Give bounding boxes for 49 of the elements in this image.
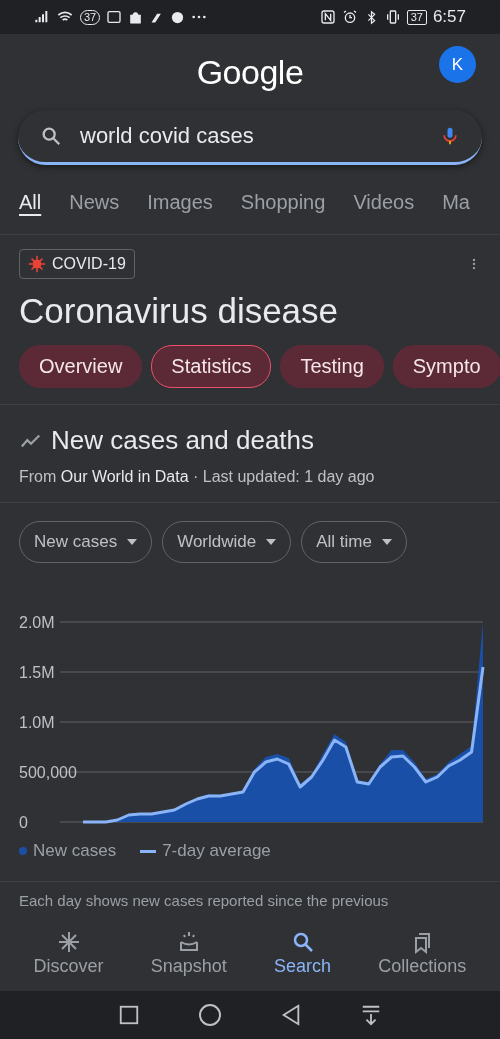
legend-dot: [19, 847, 27, 855]
bottom-nav-item[interactable]: Discover: [33, 930, 104, 977]
caret-icon: [381, 539, 392, 545]
notification-shade-icon: [360, 1004, 382, 1026]
search-tab[interactable]: Videos: [353, 191, 415, 217]
signal-icon: [34, 9, 50, 25]
topic-chip[interactable]: Testing: [280, 345, 384, 388]
axis-label: 1.5M: [19, 664, 55, 681]
search-tab[interactable]: Ma: [442, 191, 470, 217]
search-tab[interactable]: Shopping: [240, 191, 326, 217]
bottom-nav-item[interactable]: Collections: [378, 930, 467, 977]
topic-title: Coronavirus disease: [19, 291, 340, 331]
source-link[interactable]: Our World in Data: [60, 468, 189, 485]
legend-label: New cases: [33, 841, 117, 861]
shopping-bag-icon: [128, 9, 144, 25]
caret-icon: [266, 539, 277, 545]
tag-label: COVID-19: [52, 255, 126, 273]
account-avatar[interactable]: K: [439, 46, 476, 83]
axis-label: 2.0M: [19, 614, 55, 631]
caret-icon: [127, 539, 138, 545]
recents-icon: [118, 1004, 140, 1026]
virus-icon: [28, 255, 46, 273]
axis-label: 0: [19, 814, 28, 831]
search-field[interactable]: world covid cases: [18, 110, 482, 165]
search-tab[interactable]: News: [69, 191, 120, 217]
alarm-icon: [341, 9, 358, 25]
clock-time: 6:57: [432, 7, 466, 27]
search-icon: [40, 125, 62, 147]
axis-label: 500,000: [19, 764, 77, 781]
topic-chip[interactable]: Statistics: [151, 345, 272, 388]
asterisk-icon: [56, 930, 81, 954]
legend-label: 7-day average: [162, 841, 271, 861]
back-icon: [280, 1004, 302, 1026]
card-title: New cases and deaths: [51, 425, 315, 456]
search-tab[interactable]: Images: [147, 191, 213, 217]
vibrate-icon: [384, 9, 401, 25]
chart-note: Each day shows new cases reported since the previous: [18, 891, 390, 911]
battery-level: 37: [406, 9, 427, 25]
app-icon: [106, 9, 123, 25]
nfc-icon: [319, 9, 336, 25]
source-text: From Our World in Data · Last updated: 1 day ago: [19, 468, 376, 486]
topic-chip[interactable]: Overview: [19, 345, 143, 388]
axis-label: 1.0M: [19, 714, 55, 731]
topic-chip[interactable]: Sympto: [392, 345, 500, 388]
google-logo: Google: [196, 52, 304, 92]
home-icon: [198, 1003, 222, 1027]
bottom-nav-item[interactable]: Snapshot: [150, 930, 227, 977]
bottom-nav-item[interactable]: Search: [274, 930, 332, 977]
search-tab[interactable]: All: [19, 191, 42, 217]
